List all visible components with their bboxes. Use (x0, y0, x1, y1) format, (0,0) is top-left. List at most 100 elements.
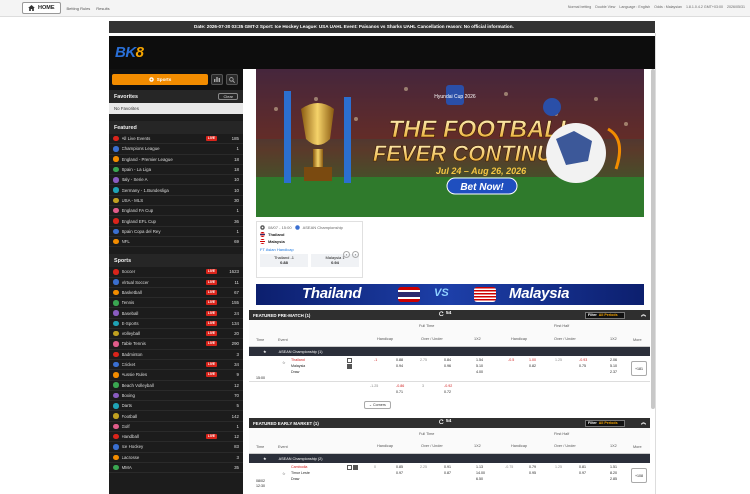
sidebar-item[interactable]: Lacrosse 3 (109, 453, 243, 463)
league-row[interactable]: ★ ASEAN Championship (2) (249, 454, 650, 463)
ft-1x2-1[interactable]: 1.13 (476, 465, 483, 469)
sidebar-item[interactable]: USA - MLS 30 (109, 196, 243, 207)
betting-rules-link[interactable]: Betting Rules (67, 6, 91, 11)
sidebar-item[interactable]: Spain Copa del Rey 1 (109, 227, 243, 237)
sidebar-item[interactable]: England FA Cup 1 (109, 206, 243, 217)
match-card-odd-home[interactable]: Thailand -1 0.88 (260, 254, 308, 267)
promo-banner[interactable]: Hyundai Cup 2026 THE FOOTBALL FEVER CONT… (256, 69, 644, 217)
sidebar-item[interactable]: Tennis LIVE 155 (109, 298, 243, 309)
ft-ou-2[interactable]: 0.96 (444, 364, 451, 368)
sidebar-item[interactable]: Darts 5 (109, 401, 243, 412)
sidebar-item[interactable]: Football 142 (109, 411, 243, 422)
fh-1x2-2[interactable]: 5.10 (610, 364, 617, 368)
sidebar-item[interactable]: Boxing 70 (109, 391, 243, 402)
ft-hdp-1[interactable]: 0.88 (396, 358, 403, 362)
live-tv-icon[interactable] (353, 465, 358, 470)
fh-ou-2[interactable]: 0.75 (579, 364, 586, 368)
refresh-icon[interactable] (439, 311, 444, 316)
match-strip-banner[interactable]: Thailand VS Malaysia (256, 284, 644, 305)
sidebar-item[interactable]: E-Sports LIVE 134 (109, 319, 243, 330)
early-filter-select[interactable]: Filter All Periods (585, 419, 625, 427)
sidebar-item[interactable]: Italy - Serie A 10 (109, 175, 243, 186)
sidebar-item[interactable]: England - Premier League 18 (109, 155, 243, 165)
fh-ou-1[interactable]: 0.81 (579, 465, 586, 469)
collapse-icon[interactable]: ︽ (641, 419, 646, 426)
fh-hdp-2[interactable]: 0.95 (529, 471, 536, 475)
fh-ou-2[interactable]: 0.97 (579, 471, 586, 475)
ft-ou-2[interactable]: 0.87 (444, 471, 451, 475)
fh-1x2-x[interactable]: 2.37 (610, 370, 617, 374)
fh-ou-1[interactable]: -0.93 (579, 358, 587, 362)
ft-ou-1[interactable]: 0.91 (444, 465, 451, 469)
ft-1x2-x[interactable]: 6.50 (476, 477, 483, 481)
fh-1x2-2[interactable]: 8.20 (610, 471, 617, 475)
sidebar-item[interactable]: England EFL Cup 36 (109, 216, 243, 227)
odds-type-select[interactable]: Odds : Malaysian (654, 5, 682, 9)
sidebar-item[interactable]: Champions League 1 (109, 144, 243, 155)
next-match-button[interactable]: › (352, 251, 359, 258)
double-view-link[interactable]: Double View (595, 5, 615, 9)
ft-hdp-1[interactable]: 0.85 (396, 465, 403, 469)
sidebar-item[interactable]: Badminton 3 (109, 350, 243, 360)
results-link[interactable]: Results (96, 6, 109, 11)
sidebar-item[interactable]: Golf 1 (109, 422, 243, 433)
alt-hdp-1[interactable]: -0.86 (396, 384, 404, 388)
stats-icon[interactable] (347, 358, 352, 363)
ft-hdp-2[interactable]: 0.94 (396, 364, 403, 368)
sidebar-item[interactable]: Ice Hockey 83 (109, 442, 243, 453)
fh-1x2-1[interactable]: 1.51 (610, 465, 617, 469)
ft-ou-1[interactable]: 0.84 (444, 358, 451, 362)
sidebar-item[interactable]: Aussie Rules LIVE 9 (109, 370, 243, 381)
sidebar-item[interactable]: Spain - La Liga 18 (109, 165, 243, 176)
main-scrollbar[interactable] (651, 69, 655, 409)
sidebar-item[interactable]: MMA 35 (109, 463, 243, 474)
language-select[interactable]: Language : English (619, 5, 650, 9)
fh-1x2-x[interactable]: 2.85 (610, 477, 617, 481)
favorite-star-icon[interactable]: ☆ (282, 471, 286, 476)
prematch-filter-select[interactable]: Filter All Periods (585, 311, 625, 319)
sidebar-item[interactable]: Soccer LIVE 1623 (109, 267, 243, 278)
normal-betting-link[interactable]: Normal betting (568, 5, 591, 9)
sidebar-item[interactable]: Germany - 1.Bundesliga 10 (109, 185, 243, 196)
chart-tab[interactable] (211, 74, 223, 85)
more-markets-button[interactable]: +181 (631, 361, 647, 376)
bk8-logo[interactable]: BK8 (115, 44, 144, 61)
sports-tab[interactable]: Sports (112, 74, 208, 85)
live-tv-icon[interactable] (347, 364, 352, 369)
sidebar-item[interactable]: NFL 69 (109, 237, 243, 248)
ft-1x2-x[interactable]: 4.00 (476, 370, 483, 374)
ft-hdp-2[interactable]: 0.97 (396, 471, 403, 475)
sidebar-item[interactable]: Cricket LIVE 34 (109, 360, 243, 371)
fh-hdp-1[interactable]: 0.79 (529, 465, 536, 469)
sidebar-item[interactable]: Virtual Soccer LIVE 11 (109, 278, 243, 288)
home-button[interactable]: HOME (22, 2, 61, 14)
fh-hdp-1[interactable]: 1.00 (529, 358, 536, 362)
alt-ou-2[interactable]: 0.72 (444, 390, 451, 394)
sidebar-item[interactable]: Table Tennis LIVE 290 (109, 339, 243, 350)
sidebar-item[interactable]: Basketball LIVE 67 (109, 288, 243, 299)
league-row[interactable]: ★ ASEAN Championship (1) (249, 347, 650, 356)
alt-ou-1[interactable]: -0.92 (444, 384, 452, 388)
stats-icon[interactable] (347, 465, 352, 470)
ft-1x2-2[interactable]: 5.10 (476, 364, 483, 368)
fh-hdp-2[interactable]: 0.82 (529, 364, 536, 368)
clear-favorites-button[interactable]: Clear (218, 93, 238, 100)
favorite-star-icon[interactable]: ★ (263, 456, 267, 461)
prev-match-button[interactable]: ‹ (343, 251, 350, 258)
favorite-star-icon[interactable]: ★ (263, 349, 267, 354)
search-tab[interactable] (226, 74, 238, 85)
favorite-star-icon[interactable]: ☆ (282, 360, 286, 365)
ft-1x2-1[interactable]: 1.54 (476, 358, 483, 362)
refresh-icon[interactable] (439, 419, 444, 424)
sidebar-item[interactable]: Beach Volleyball 12 (109, 381, 243, 391)
sidebar-item[interactable]: All Live Events LIVE 185 (109, 134, 243, 145)
fh-1x2-1[interactable]: 2.06 (610, 358, 617, 362)
featured-match-card[interactable]: 08/07 - 15:00 ASEAN Championship Thailan… (256, 221, 363, 278)
more-markets-button[interactable]: +108 (631, 468, 647, 483)
alt-hdp-2[interactable]: 0.71 (396, 390, 403, 394)
collapse-icon[interactable]: ︽ (641, 311, 646, 318)
ft-1x2-2[interactable]: 14.00 (476, 471, 485, 475)
corners-button[interactable]: ⌄ Corners (364, 401, 391, 409)
sidebar-item[interactable]: Volleyball LIVE 20 (109, 329, 243, 340)
sidebar-item[interactable]: Handball LIVE 12 (109, 432, 243, 443)
